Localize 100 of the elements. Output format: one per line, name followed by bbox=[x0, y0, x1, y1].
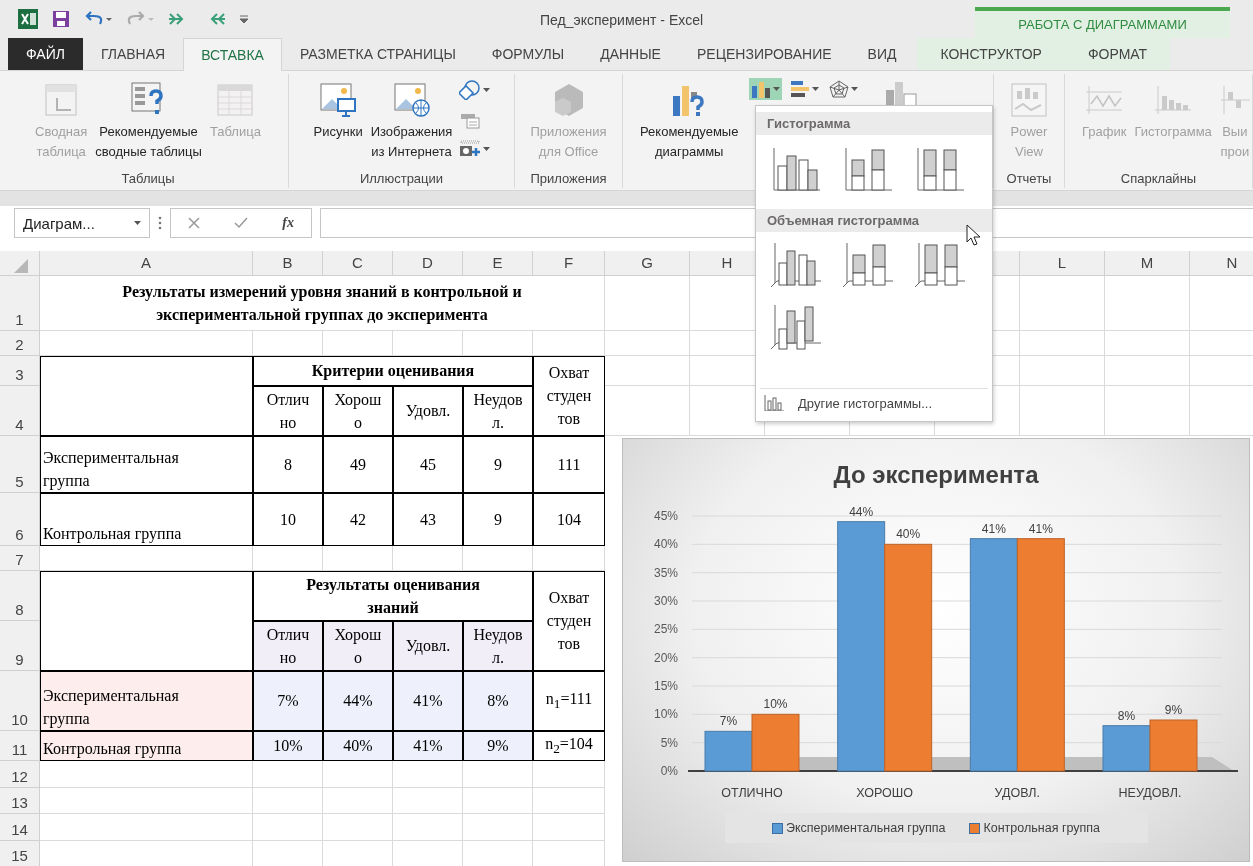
row-header[interactable]: 13 bbox=[0, 787, 40, 814]
sheet-cell[interactable] bbox=[323, 787, 393, 814]
sheet-cell[interactable] bbox=[605, 385, 690, 436]
name-box[interactable]: Диаграм... bbox=[14, 208, 150, 239]
sheet-cell[interactable] bbox=[253, 760, 323, 788]
ribbon-button[interactable]: Рекомендуемые диаграммы bbox=[637, 73, 742, 162]
row-header[interactable]: 7 bbox=[0, 545, 40, 571]
customize-toolbar-icon[interactable] bbox=[240, 15, 248, 23]
sheet-cell[interactable] bbox=[463, 813, 533, 841]
row-header[interactable]: 10 bbox=[0, 670, 40, 731]
sheet-cell[interactable] bbox=[605, 355, 690, 386]
ribbon-tab[interactable]: РЕЦЕНЗИРОВАНИЕ bbox=[678, 37, 850, 70]
column-header[interactable]: F bbox=[533, 250, 605, 276]
sheet-cell[interactable] bbox=[463, 545, 533, 571]
sheet-cell[interactable] bbox=[323, 813, 393, 841]
sheet-cell[interactable] bbox=[393, 330, 463, 356]
sheet-cell[interactable] bbox=[1020, 355, 1105, 386]
column-heading: Неудов л. bbox=[463, 385, 533, 436]
save-icon[interactable] bbox=[52, 10, 70, 28]
sheet-cell[interactable] bbox=[1105, 330, 1190, 356]
insert-function-button[interactable]: fx bbox=[282, 215, 294, 232]
more-options-icon[interactable] bbox=[158, 216, 162, 231]
column-header[interactable]: M bbox=[1105, 250, 1190, 276]
sheet-cell[interactable] bbox=[463, 787, 533, 814]
sheet-cell[interactable] bbox=[393, 813, 463, 841]
column-header[interactable]: G bbox=[605, 250, 690, 276]
sheet-cell[interactable] bbox=[323, 545, 393, 571]
sheet-cell[interactable] bbox=[1105, 385, 1190, 436]
sheet-cell[interactable] bbox=[40, 813, 253, 841]
sheet-cell[interactable] bbox=[605, 275, 690, 331]
row-header[interactable]: 5 bbox=[0, 435, 40, 493]
column-chart-icon bbox=[751, 79, 772, 98]
ribbon-tab[interactable]: ГЛАВНАЯ bbox=[82, 37, 184, 70]
ribbon-tab[interactable]: ВИД bbox=[849, 37, 915, 70]
column-header[interactable]: D bbox=[393, 250, 463, 276]
ribbon-tab[interactable]: КОНСТРУКТОР bbox=[917, 37, 1065, 70]
ribbon-button[interactable]: Рекомендуемые сводные таблицы bbox=[92, 73, 205, 162]
table-header: Результаты оценивания знаний bbox=[253, 570, 533, 621]
row-header[interactable]: 8 bbox=[0, 570, 40, 621]
sheet-cell[interactable] bbox=[393, 787, 463, 814]
sheet-cell[interactable] bbox=[1020, 275, 1105, 331]
sheet-cell[interactable] bbox=[253, 330, 323, 356]
check-icon[interactable] bbox=[234, 217, 249, 230]
cancel-icon[interactable] bbox=[188, 217, 201, 230]
ribbon-tab[interactable]: ФОРМУЛЫ bbox=[473, 37, 583, 70]
sheet-cell[interactable] bbox=[40, 787, 253, 814]
ribbon-button[interactable]: Изображения из Интернета bbox=[367, 73, 456, 162]
row-header[interactable]: 11 bbox=[0, 730, 40, 761]
sheet-cell[interactable] bbox=[463, 330, 533, 356]
corner-header[interactable] bbox=[0, 250, 40, 276]
row-header[interactable]: 9 bbox=[0, 620, 40, 671]
column-header[interactable]: N bbox=[1190, 250, 1253, 276]
ribbon-tab[interactable]: ДАННЫЕ bbox=[582, 37, 679, 70]
sheet-cell[interactable] bbox=[40, 330, 253, 356]
sheet-cell[interactable] bbox=[253, 545, 323, 571]
sheet-cell[interactable] bbox=[393, 545, 463, 571]
chart-area[interactable]: До эксперимента 0% 5% 10% 15% 20% 25% 30% 35% 40% 45% 7% 44% 41% 8% 10% 40% 41% 9% ОТЛИЧНО ХОРОШО УДОВЛ. НЕУДОВЛ. Экспериментальная группа Контрольная группа bbox=[622, 438, 1250, 862]
sheet-cell[interactable] bbox=[253, 787, 323, 814]
sheet-cell[interactable] bbox=[1105, 275, 1190, 331]
sheet-cell[interactable] bbox=[533, 760, 605, 788]
sheet-cell[interactable] bbox=[253, 813, 323, 841]
column-header[interactable]: B bbox=[253, 250, 323, 276]
sheet-cell[interactable] bbox=[40, 760, 253, 788]
column-header[interactable]: A bbox=[40, 250, 253, 276]
sheet-cell[interactable] bbox=[533, 813, 605, 841]
row-label: Контрольная группа bbox=[40, 730, 253, 761]
sheet-cell[interactable] bbox=[1020, 330, 1105, 356]
more-columns-item[interactable]: Другие гистограммы... bbox=[760, 388, 988, 421]
sheet-cell[interactable] bbox=[323, 760, 393, 788]
sheet-cell[interactable] bbox=[533, 330, 605, 356]
row-header[interactable]: 4 bbox=[0, 385, 40, 436]
sheet-cell[interactable] bbox=[393, 760, 463, 788]
group-label: Иллюстрации bbox=[359, 169, 444, 188]
column-header[interactable]: C bbox=[323, 250, 393, 276]
row-header[interactable]: 2 bbox=[0, 330, 40, 356]
sheet-cell[interactable] bbox=[323, 330, 393, 356]
ribbon-tab[interactable]: ФОРМАТ bbox=[1064, 37, 1171, 70]
row-header[interactable]: 1 bbox=[0, 275, 40, 331]
table-cell: 7% bbox=[253, 670, 323, 731]
column-header[interactable]: E bbox=[463, 250, 533, 276]
sheet-cell[interactable] bbox=[605, 330, 690, 356]
sheet-cell[interactable] bbox=[40, 545, 253, 571]
row-header[interactable]: 14 bbox=[0, 813, 40, 841]
caret-icon bbox=[812, 86, 820, 91]
sheet-cell[interactable] bbox=[1020, 385, 1105, 436]
ribbon-tab[interactable]: ФАЙЛ bbox=[8, 37, 83, 70]
table-cell: 8 bbox=[253, 435, 323, 493]
ribbon-tab[interactable]: РАЗМЕТКА СТРАНИЦЫ bbox=[281, 37, 474, 70]
column-header[interactable]: L bbox=[1020, 250, 1105, 276]
row-header[interactable]: 12 bbox=[0, 760, 40, 788]
ribbon-tab[interactable]: ВСТАВКА bbox=[183, 37, 282, 71]
row-header[interactable]: 3 bbox=[0, 355, 40, 386]
sheet-cell[interactable] bbox=[463, 760, 533, 788]
chart-type-button[interactable] bbox=[749, 77, 783, 100]
sheet-cell[interactable] bbox=[1105, 355, 1190, 386]
ribbon-button[interactable]: Рисунки bbox=[310, 73, 366, 142]
sheet-cell[interactable] bbox=[533, 787, 605, 814]
sheet-cell[interactable] bbox=[533, 545, 605, 571]
row-header[interactable]: 15 bbox=[0, 840, 40, 866]
row-header[interactable]: 6 bbox=[0, 492, 40, 546]
